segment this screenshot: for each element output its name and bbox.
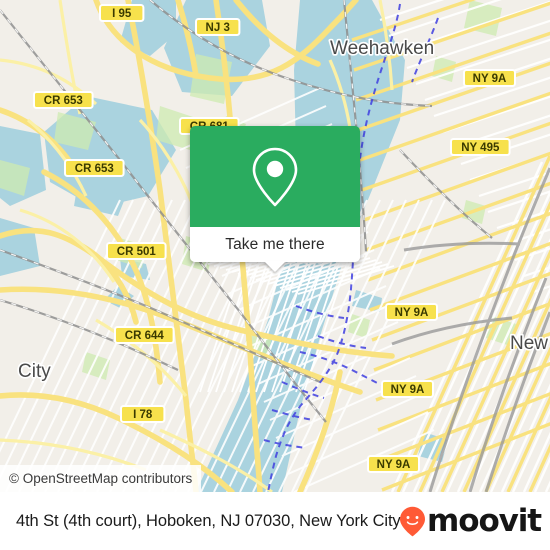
popup-card-pointer [264, 261, 286, 272]
footer-address: 4th St (4th court), Hoboken, NJ 07030, N… [16, 511, 401, 530]
svg-text:CR 644: CR 644 [125, 330, 165, 342]
moovit-wordmark: moovit [427, 502, 542, 539]
moovit-pin-icon [400, 506, 426, 536]
svg-text:NY 9A: NY 9A [391, 384, 425, 396]
popup-card-header [190, 126, 360, 227]
take-me-there-button[interactable]: Take me there [190, 227, 360, 262]
moovit-logo[interactable]: moovit [399, 502, 542, 539]
svg-text:NY 495: NY 495 [461, 142, 500, 154]
svg-text:NJ 3: NJ 3 [206, 22, 230, 34]
svg-text:NY 9A: NY 9A [473, 73, 507, 85]
map-attribution[interactable]: © OpenStreetMap contributors [0, 465, 202, 492]
svg-text:I 78: I 78 [133, 409, 153, 421]
svg-text:City: City [18, 361, 51, 382]
take-me-there-label: Take me there [225, 235, 325, 253]
svg-text:New York: New York [510, 333, 550, 354]
map-pin-icon [252, 147, 298, 206]
svg-text:CR 653: CR 653 [44, 95, 83, 107]
attribution-text: © OpenStreetMap contributors [9, 471, 193, 486]
svg-text:NY 9A: NY 9A [377, 459, 411, 471]
footer-bar: 4th St (4th court), Hoboken, NJ 07030, N… [0, 492, 550, 550]
svg-text:NY 9A: NY 9A [395, 307, 429, 319]
moovit-map-screenshot: WeehawkenNew YorkCityHobokenI 95NJ 3CR 6… [0, 0, 550, 550]
svg-text:Weehawken: Weehawken [330, 38, 434, 59]
svg-text:I 95: I 95 [112, 8, 132, 20]
location-popup-card[interactable]: Take me there [190, 126, 360, 272]
svg-text:CR 653: CR 653 [75, 163, 114, 175]
svg-text:CR 501: CR 501 [117, 246, 157, 258]
